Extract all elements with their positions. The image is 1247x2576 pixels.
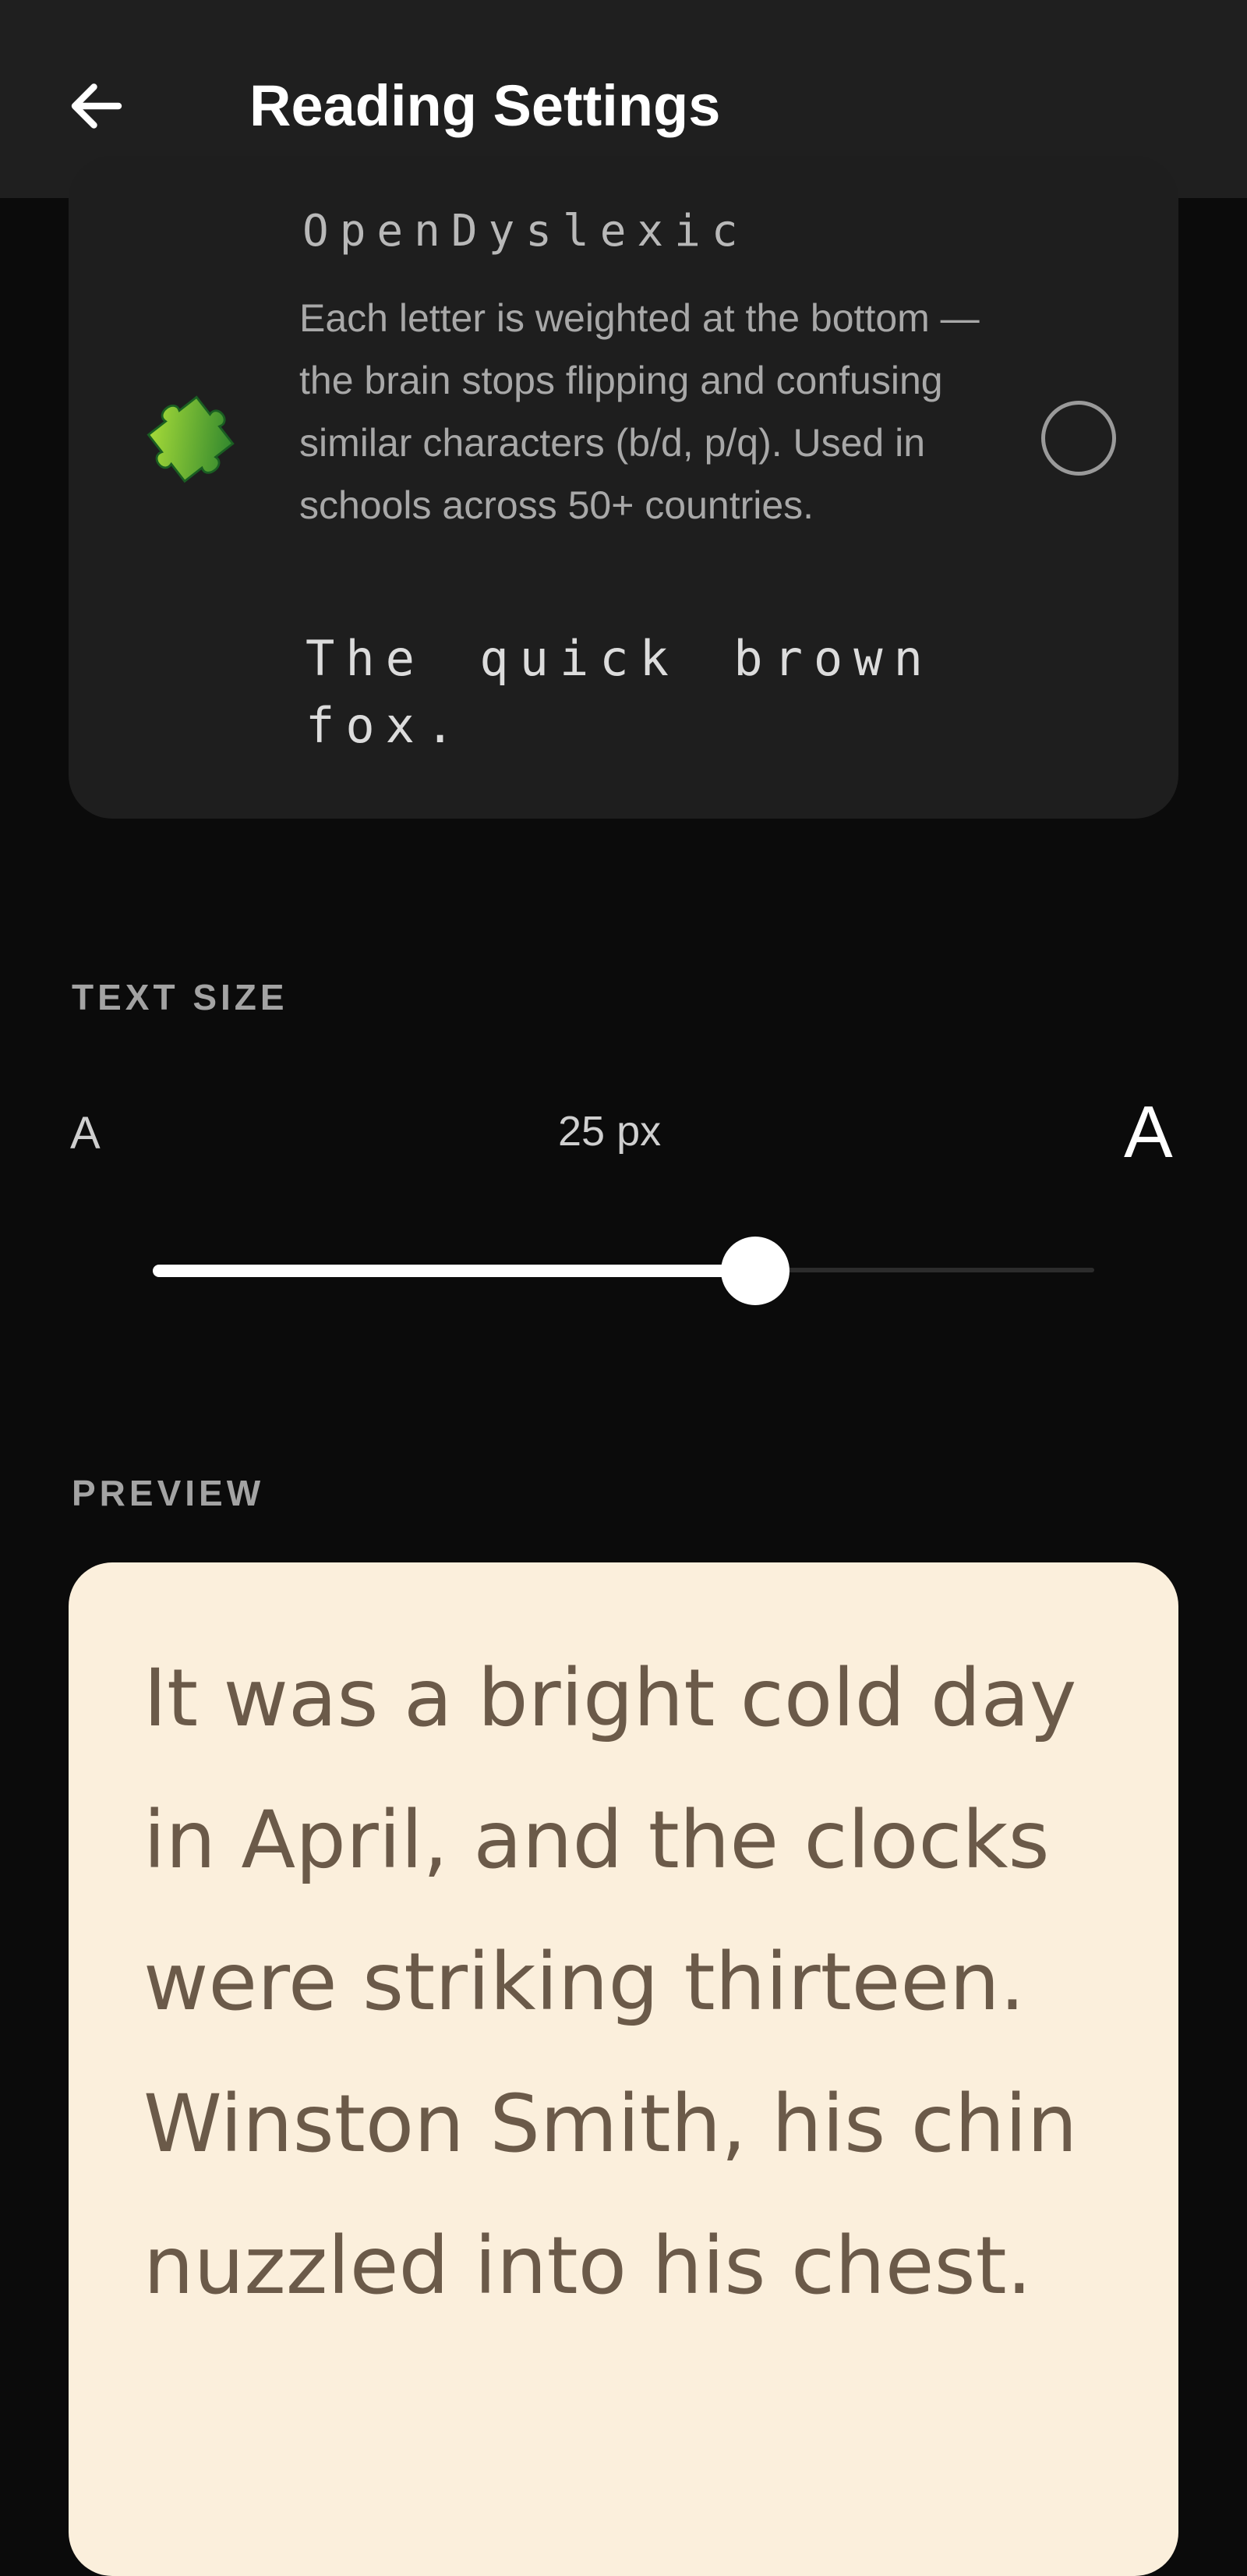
font-select-radio[interactable]: [1041, 401, 1116, 476]
preview-label: PREVIEW: [72, 1473, 265, 1513]
text-size-large-marker: A: [1124, 1091, 1173, 1173]
preview-text: It was a bright cold day in April, and t…: [143, 1652, 1078, 2312]
slider-thumb[interactable]: [721, 1237, 790, 1305]
arrow-left-icon: [71, 83, 122, 129]
text-size-small-marker: A: [70, 1108, 101, 1159]
text-size-label: TEXT SIZE: [72, 977, 288, 1017]
preview-card: It was a bright cold day in April, and t…: [69, 1562, 1178, 2576]
text-size-slider[interactable]: [153, 1224, 1094, 1318]
page-title: Reading Settings: [249, 73, 721, 138]
font-sample: The quick brown fox.: [306, 630, 934, 754]
text-size-value: 25 px: [558, 1108, 662, 1155]
back-button[interactable]: [56, 69, 137, 143]
slider-fill: [153, 1265, 756, 1277]
puzzle-piece-icon: [147, 395, 235, 483]
font-name: OpenDyslexic: [302, 206, 749, 257]
font-description: Each letter is weighted at the bottom — …: [299, 296, 980, 527]
